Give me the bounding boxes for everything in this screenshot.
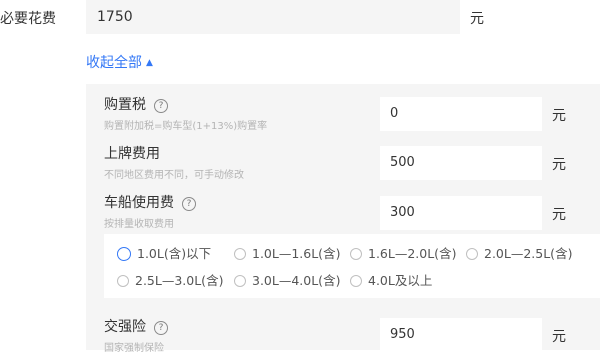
vehicle-tax-note: 按排量收取费用 bbox=[104, 219, 174, 230]
displacement-option[interactable]: 4.0L及以上 bbox=[350, 270, 432, 289]
radio-icon bbox=[117, 274, 129, 287]
displacement-option-label: 2.0L—2.5L(含) bbox=[484, 246, 573, 261]
displacement-option-label: 3.0L—4.0L(含) bbox=[252, 273, 341, 288]
radio-icon bbox=[234, 274, 246, 287]
help-icon[interactable]: ? bbox=[154, 321, 168, 335]
radio-icon bbox=[234, 247, 246, 260]
displacement-option-label: 1.0L—1.6L(含) bbox=[252, 246, 341, 261]
required-fee-unit: 元 bbox=[470, 11, 484, 27]
displacement-option[interactable]: 3.0L—4.0L(含) bbox=[234, 270, 340, 289]
vehicle-tax-input[interactable]: 300 bbox=[380, 196, 542, 230]
purchase-tax-title: 购置税? bbox=[104, 94, 168, 114]
radio-icon bbox=[466, 247, 478, 260]
compulsory-insurance-title: 交强险? bbox=[104, 316, 168, 336]
purchase-tax-note: 购置附加税=购车型(1+13%)购置率 bbox=[104, 121, 268, 132]
required-fee-label: 必要花费 bbox=[0, 11, 56, 27]
displacement-option[interactable]: 2.0L—2.5L(含) bbox=[466, 243, 572, 262]
displacement-option[interactable]: 1.0L(含)以下 bbox=[117, 243, 211, 262]
collapse-all-toggle[interactable]: 收起全部 ▲ bbox=[86, 52, 153, 72]
registration-fee-note: 不同地区费用不同，可手动修改 bbox=[104, 170, 244, 181]
vehicle-tax-unit: 元 bbox=[552, 207, 566, 223]
compulsory-insurance-unit: 元 bbox=[552, 329, 566, 345]
displacement-option-label: 1.0L(含)以下 bbox=[137, 246, 212, 261]
compulsory-insurance-title-text: 交强险 bbox=[104, 319, 146, 335]
collapse-all-label: 收起全部 bbox=[86, 55, 142, 71]
displacement-option[interactable]: 1.6L—2.0L(含) bbox=[350, 243, 456, 262]
registration-fee-title: 上牌费用 bbox=[104, 146, 160, 162]
displacement-option[interactable]: 1.0L—1.6L(含) bbox=[234, 243, 340, 262]
registration-fee-unit: 元 bbox=[552, 157, 566, 173]
help-icon[interactable]: ? bbox=[182, 197, 196, 211]
displacement-option-label: 4.0L及以上 bbox=[368, 273, 433, 288]
required-fee-input[interactable]: 1750 bbox=[86, 0, 460, 34]
triangle-up-icon: ▲ bbox=[146, 58, 153, 68]
displacement-option-label: 1.6L—2.0L(含) bbox=[368, 246, 457, 261]
radio-selected-icon bbox=[117, 246, 131, 261]
vehicle-tax-title: 车船使用费? bbox=[104, 192, 196, 212]
vehicle-tax-title-text: 车船使用费 bbox=[104, 195, 174, 211]
radio-icon bbox=[350, 274, 362, 287]
purchase-tax-title-text: 购置税 bbox=[104, 97, 146, 113]
displacement-option-label: 2.5L—3.0L(含) bbox=[135, 273, 224, 288]
help-icon[interactable]: ? bbox=[154, 99, 168, 113]
purchase-tax-unit: 元 bbox=[552, 108, 566, 124]
registration-fee-input[interactable]: 500 bbox=[380, 146, 542, 180]
purchase-tax-input[interactable]: 0 bbox=[380, 97, 542, 131]
compulsory-insurance-note: 国家强制保险 bbox=[104, 343, 164, 354]
radio-icon bbox=[350, 247, 362, 260]
displacement-option[interactable]: 2.5L—3.0L(含) bbox=[117, 270, 223, 289]
compulsory-insurance-input[interactable]: 950 bbox=[380, 318, 542, 352]
